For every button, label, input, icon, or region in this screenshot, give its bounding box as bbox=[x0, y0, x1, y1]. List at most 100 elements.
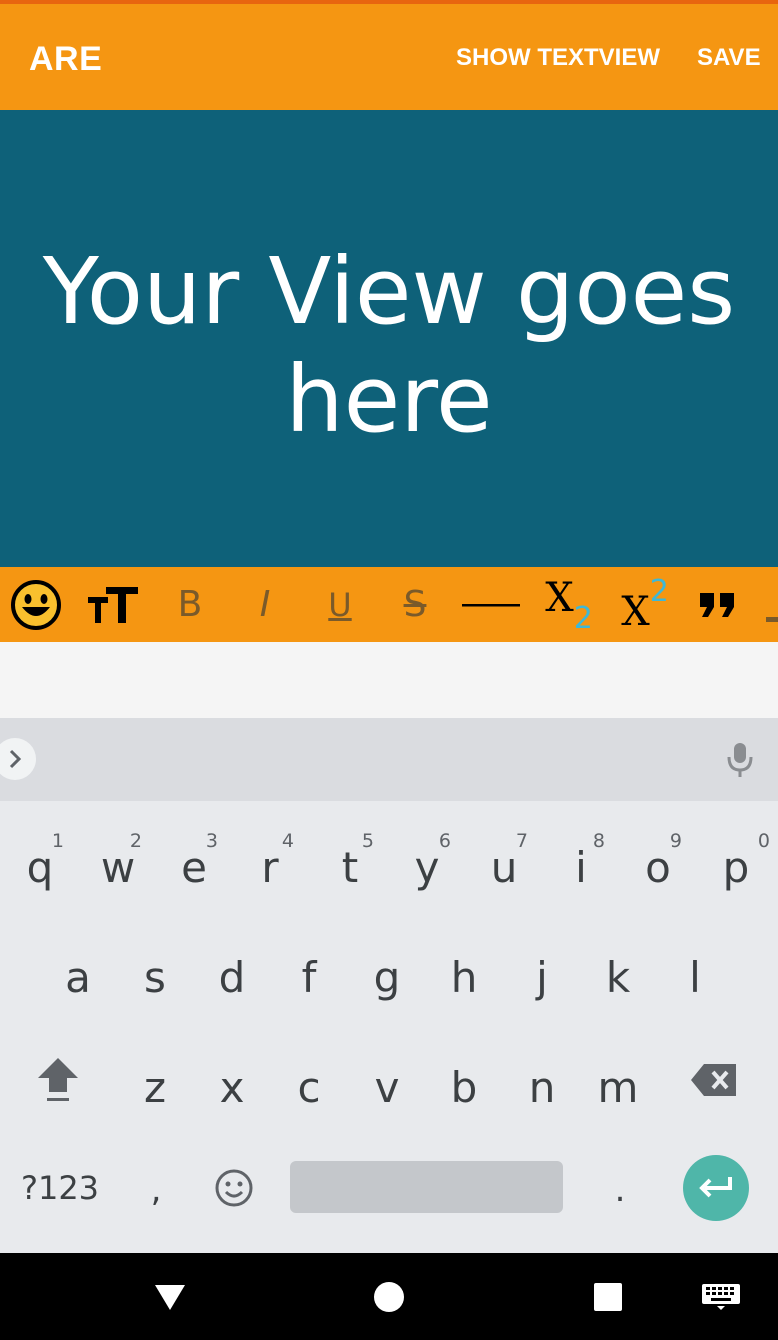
app-title: ARE bbox=[29, 40, 103, 78]
key-label: u bbox=[490, 842, 518, 892]
key-e[interactable]: 3e bbox=[156, 810, 232, 910]
key-o[interactable]: 9o bbox=[620, 810, 696, 910]
symbols-key[interactable]: ?123 bbox=[10, 1138, 110, 1238]
key-v[interactable]: v bbox=[349, 1030, 425, 1130]
key-label: y bbox=[414, 842, 440, 892]
key-label: h bbox=[450, 952, 478, 1002]
subscript-base: X bbox=[545, 574, 574, 621]
key-label: v bbox=[374, 1062, 400, 1112]
key-hint: 1 bbox=[51, 830, 64, 852]
recents-icon[interactable] bbox=[590, 1253, 626, 1340]
key-label: i bbox=[575, 842, 587, 892]
key-label: j bbox=[536, 952, 548, 1002]
microphone-icon[interactable] bbox=[726, 742, 754, 783]
quote-icon[interactable] bbox=[696, 567, 740, 642]
key-hint: 9 bbox=[669, 830, 682, 852]
key-q[interactable]: 1q bbox=[2, 810, 78, 910]
key-label: m bbox=[597, 1062, 639, 1112]
key-period[interactable]: . bbox=[582, 1138, 658, 1238]
key-x[interactable]: x bbox=[194, 1030, 270, 1130]
key-label: ?123 bbox=[20, 1169, 100, 1207]
bold-icon[interactable]: B bbox=[170, 567, 210, 642]
key-label: o bbox=[645, 842, 671, 892]
key-t[interactable]: 5t bbox=[312, 810, 388, 910]
key-f[interactable]: f bbox=[271, 920, 347, 1020]
key-hint: 0 bbox=[757, 830, 770, 852]
shift-key[interactable] bbox=[20, 1030, 96, 1130]
key-hint: 2 bbox=[129, 830, 142, 852]
navigation-bar bbox=[0, 1253, 778, 1340]
superscript-number: 2 bbox=[649, 574, 669, 609]
space-key[interactable] bbox=[290, 1161, 563, 1213]
emoji-icon[interactable] bbox=[8, 567, 64, 642]
underline-icon[interactable]: U bbox=[322, 567, 358, 642]
save-button[interactable]: SAVE bbox=[697, 44, 761, 72]
key-label: b bbox=[450, 1062, 478, 1112]
chevron-right-icon[interactable] bbox=[0, 738, 36, 780]
key-hint: 3 bbox=[205, 830, 218, 852]
key-label: . bbox=[614, 1170, 626, 1210]
key-hint: 5 bbox=[361, 830, 374, 852]
shift-icon bbox=[38, 1058, 78, 1101]
key-k[interactable]: k bbox=[580, 920, 656, 1020]
key-h[interactable]: h bbox=[426, 920, 502, 1020]
show-textview-button[interactable]: SHOW TEXTVIEW bbox=[456, 44, 660, 72]
key-r[interactable]: 4r bbox=[232, 810, 308, 910]
key-b[interactable]: b bbox=[426, 1030, 502, 1130]
subscript-icon[interactable]: X 2 bbox=[538, 567, 600, 642]
backspace-key[interactable] bbox=[676, 1030, 752, 1130]
key-label: x bbox=[219, 1062, 245, 1112]
rich-text-editor[interactable] bbox=[0, 642, 778, 718]
key-l[interactable]: l bbox=[657, 920, 733, 1020]
key-label: g bbox=[373, 952, 401, 1002]
key-label: d bbox=[218, 952, 246, 1002]
more-toolbar-icon[interactable] bbox=[762, 567, 778, 642]
key-c[interactable]: c bbox=[271, 1030, 347, 1130]
back-icon[interactable] bbox=[148, 1253, 192, 1340]
subscript-number: 2 bbox=[573, 601, 593, 636]
key-label: n bbox=[528, 1062, 556, 1112]
italic-icon[interactable]: I bbox=[248, 567, 282, 642]
font-size-icon[interactable] bbox=[84, 567, 142, 642]
key-g[interactable]: g bbox=[349, 920, 425, 1020]
key-p[interactable]: 0p bbox=[698, 810, 774, 910]
suggestion-strip bbox=[0, 718, 778, 801]
key-hint: 6 bbox=[438, 830, 451, 852]
key-s[interactable]: s bbox=[117, 920, 193, 1020]
superscript-icon[interactable]: X 2 bbox=[614, 567, 676, 642]
backspace-icon bbox=[691, 1064, 736, 1096]
emoji-key[interactable] bbox=[196, 1138, 272, 1238]
enter-key[interactable] bbox=[683, 1155, 749, 1221]
key-label: r bbox=[261, 842, 279, 892]
key-a[interactable]: a bbox=[40, 920, 116, 1020]
key-label: k bbox=[605, 952, 631, 1002]
key-hint: 8 bbox=[592, 830, 605, 852]
key-u[interactable]: 7u bbox=[466, 810, 542, 910]
horizontal-rule-icon[interactable] bbox=[462, 567, 520, 642]
key-y[interactable]: 6y bbox=[389, 810, 465, 910]
home-icon[interactable] bbox=[368, 1253, 410, 1340]
custom-view-area: Your View goes here bbox=[0, 110, 778, 567]
key-j[interactable]: j bbox=[504, 920, 580, 1020]
key-label: e bbox=[181, 842, 207, 892]
key-w[interactable]: 2w bbox=[80, 810, 156, 910]
key-label: p bbox=[722, 842, 750, 892]
key-label: z bbox=[143, 1062, 167, 1112]
key-label: f bbox=[301, 952, 317, 1002]
key-label: q bbox=[26, 842, 54, 892]
key-d[interactable]: d bbox=[194, 920, 270, 1020]
key-label: , bbox=[150, 1170, 162, 1210]
keyboard-switch-icon[interactable] bbox=[698, 1253, 744, 1340]
placeholder-text: Your View goes here bbox=[42, 238, 736, 453]
key-n[interactable]: n bbox=[504, 1030, 580, 1130]
key-i[interactable]: 8i bbox=[543, 810, 619, 910]
italic-label: I bbox=[259, 584, 271, 625]
emoji-smile-icon bbox=[215, 1169, 253, 1207]
key-m[interactable]: m bbox=[580, 1030, 656, 1130]
key-z[interactable]: z bbox=[117, 1030, 193, 1130]
strikethrough-icon[interactable]: S bbox=[396, 567, 434, 642]
key-label: t bbox=[341, 842, 359, 892]
superscript-base: X bbox=[621, 588, 650, 635]
key-comma[interactable]: , bbox=[118, 1138, 194, 1238]
key-label: a bbox=[65, 952, 91, 1002]
